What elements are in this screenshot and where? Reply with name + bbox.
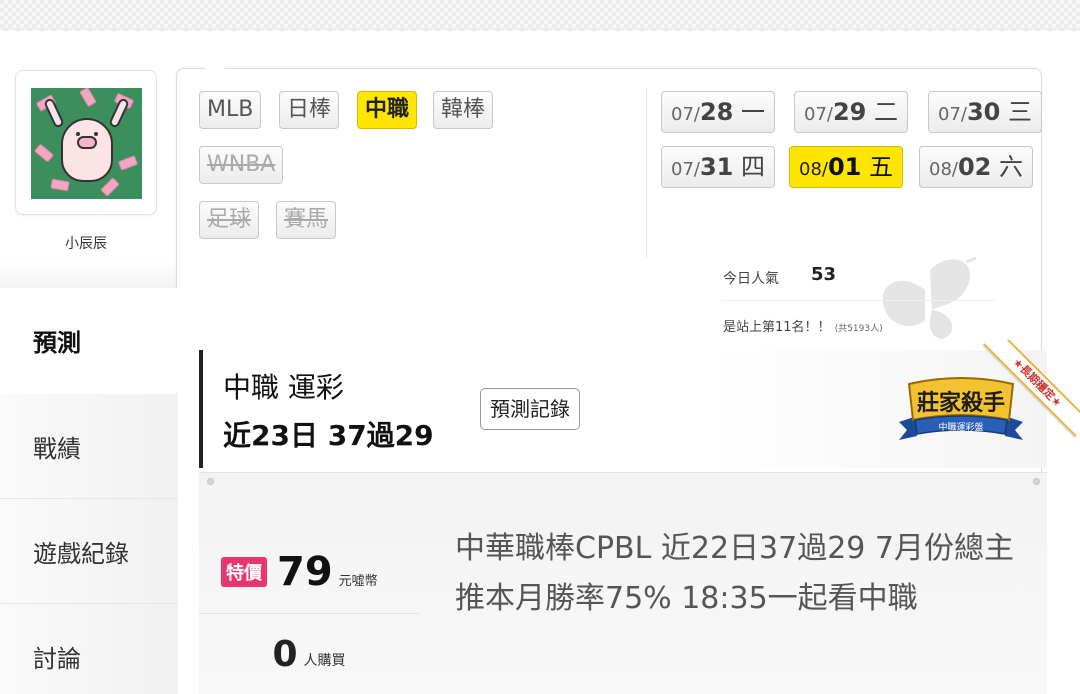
top-pattern-strip	[0, 0, 1080, 30]
nav-item-label: 預測	[33, 329, 81, 357]
pin-icon	[1033, 478, 1040, 485]
username: 小辰辰	[65, 236, 107, 252]
nav-item-label: 討論	[33, 644, 81, 673]
league-tab-kbo[interactable]: 韓棒	[433, 91, 494, 129]
special-price-badge: 特價	[221, 557, 267, 587]
butterfly-watermark-icon	[882, 256, 977, 339]
price-cell: 特價 79 元噓幣	[199, 530, 419, 614]
date-button-0730[interactable]: 07/30 三	[928, 91, 1043, 133]
rank-text: 是站上第11名！！ (共5193人)	[723, 320, 883, 335]
league-tab-cpbl[interactable]: 中職	[357, 91, 418, 129]
prediction-history-button[interactable]: 預測記錄	[480, 388, 580, 430]
date-button-0802[interactable]: 08/02 六	[919, 146, 1034, 188]
league-tab-horse-racing: 賽馬	[276, 201, 337, 239]
date-button-0801[interactable]: 08/01 五	[789, 146, 904, 188]
price-value: 79	[277, 549, 333, 595]
rank-total: (共5193人)	[834, 324, 883, 334]
nav-item-predict[interactable]: 預測	[0, 288, 178, 393]
buyers-unit: 人購買	[303, 653, 346, 669]
date-button-0728[interactable]: 07/28 一	[661, 91, 776, 133]
pig-icon	[61, 118, 113, 182]
nav-item-discussion[interactable]: 討論	[0, 604, 178, 694]
popularity-value: 53	[811, 264, 837, 285]
avatar-card[interactable]	[15, 70, 157, 215]
price-unit: 元噓幣	[338, 573, 378, 589]
pin-icon	[207, 478, 214, 485]
prediction-record: 近23日 37過29	[223, 419, 434, 452]
long-term-stable-ribbon: ★長期穩定★	[980, 340, 1080, 450]
date-button-0729[interactable]: 07/29 二	[794, 91, 909, 133]
league-tab-mlb[interactable]: MLB	[199, 91, 262, 129]
date-button-0731[interactable]: 07/31 四	[661, 146, 776, 188]
league-tab-soccer: 足球	[199, 201, 260, 239]
nav-item-label: 戰績	[33, 434, 81, 463]
ribbon-label: ★長期穩定★	[983, 340, 1080, 437]
popularity-label: 今日人氣	[723, 271, 779, 287]
svg-text:中職運彩盤: 中職運彩盤	[938, 421, 983, 433]
nav-item-label: 遊戲紀錄	[33, 539, 129, 568]
nav-item-game-log[interactable]: 遊戲紀錄	[0, 499, 178, 604]
popularity-divider	[722, 300, 995, 301]
top-strip-scalloped-edge	[0, 28, 1080, 34]
nav-shadow	[0, 260, 178, 290]
buyers-count: 0	[272, 633, 298, 675]
avatar	[31, 88, 142, 199]
price-divider	[199, 613, 419, 614]
league-tab-npb[interactable]: 日棒	[279, 91, 340, 129]
league-tab-wnba: WNBA	[199, 146, 284, 184]
filter-divider	[646, 88, 647, 258]
panel-notch	[205, 66, 225, 78]
prediction-description[interactable]: 中華職棒CPBL 近22日37過29 7月份總主推本月勝率75% 18:35一起…	[455, 524, 1015, 624]
nav-item-record[interactable]: 戰績	[0, 394, 178, 499]
buyers-cell: 0 人購買	[199, 622, 419, 686]
prediction-title: 中職 運彩	[223, 371, 344, 404]
